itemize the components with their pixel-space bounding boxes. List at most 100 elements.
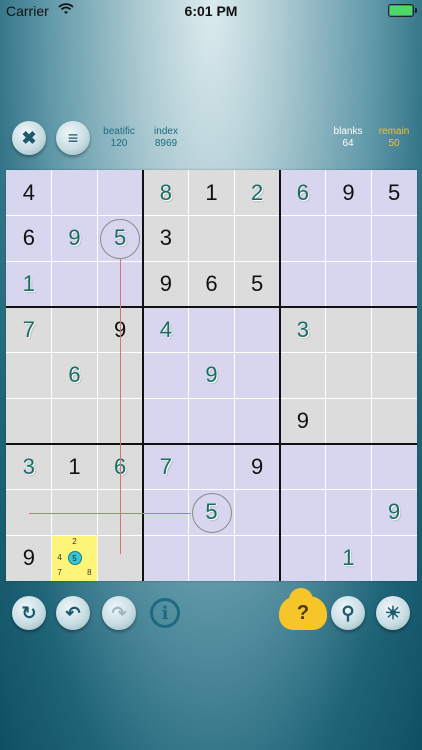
brightness-icon: ☀ (384, 602, 402, 623)
brightness-button[interactable]: ☀ (376, 596, 410, 630)
sudoku-cell[interactable] (51, 398, 98, 444)
sudoku-cell[interactable]: 9 (51, 215, 98, 262)
stat-blanks: blanks 64 (326, 126, 370, 150)
sudoku-cell[interactable]: 1 (51, 444, 98, 490)
info-button[interactable]: i (150, 598, 180, 628)
sudoku-cell[interactable]: 8 (143, 170, 189, 216)
sudoku-cell[interactable] (143, 352, 189, 399)
pencil-mark-selected: 5 (67, 551, 82, 566)
sudoku-cell[interactable] (280, 215, 326, 262)
pencil-mark: 7 (57, 568, 62, 577)
stat-remain: remain 50 (372, 126, 416, 150)
sudoku-cell[interactable]: 6 (51, 352, 98, 399)
sudoku-cell[interactable] (371, 307, 417, 353)
sudoku-cell[interactable]: 1 (325, 535, 372, 581)
sudoku-cell[interactable]: 9 (325, 170, 372, 216)
sudoku-cell[interactable] (234, 307, 280, 353)
sudoku-cell[interactable]: 3 (280, 307, 326, 353)
redo-button[interactable]: ↷ (102, 596, 136, 630)
sudoku-cell[interactable] (51, 170, 98, 216)
help-label: ? (296, 601, 310, 624)
box-divider (279, 170, 281, 581)
stat-label: blanks (333, 126, 363, 137)
highlight-circle (191, 492, 232, 533)
sudoku-cell[interactable]: 1 (6, 261, 52, 307)
sudoku-cell[interactable]: 4 (6, 170, 52, 216)
sudoku-cell[interactable] (325, 215, 372, 262)
sudoku-cell[interactable] (280, 535, 326, 581)
sudoku-cell[interactable]: 9 (6, 535, 52, 581)
sudoku-cell[interactable] (51, 261, 98, 307)
stat-beatific: beatific 120 (96, 126, 142, 150)
sudoku-cell[interactable]: 9 (143, 261, 189, 307)
sudoku-cell[interactable] (188, 444, 235, 490)
grid-line (188, 170, 190, 581)
sudoku-cell[interactable] (371, 215, 417, 262)
sudoku-cell[interactable] (280, 489, 326, 536)
pencil-mark: 4 (57, 553, 62, 563)
close-icon: ✖ (21, 127, 37, 148)
sudoku-cell[interactable] (325, 261, 372, 307)
sudoku-cell[interactable]: 3 (6, 444, 52, 490)
stat-value: 50 (388, 138, 400, 149)
sudoku-cell[interactable] (97, 170, 143, 216)
grid-line (6, 260, 417, 262)
sudoku-cell[interactable] (143, 398, 189, 444)
undo-button[interactable]: ↶ (56, 596, 90, 630)
clock: 6:01 PM (184, 3, 238, 19)
sudoku-cell[interactable]: 6 (188, 261, 235, 307)
sudoku-cell[interactable]: 9 (234, 444, 280, 490)
sudoku-cell[interactable]: 5 (234, 261, 280, 307)
sudoku-cell[interactable]: 2 (234, 170, 280, 216)
grid-line (370, 170, 372, 581)
info-icon: i (161, 602, 169, 624)
sudoku-cell[interactable]: 9 (280, 398, 326, 444)
sudoku-cell[interactable]: 9 (371, 489, 417, 536)
sudoku-cell[interactable] (371, 398, 417, 444)
sudoku-cell[interactable]: 4 (143, 307, 189, 353)
sudoku-cell[interactable] (188, 215, 235, 262)
sudoku-cell[interactable] (325, 444, 372, 490)
grid-line (6, 352, 417, 354)
sudoku-cell[interactable] (371, 444, 417, 490)
search-button[interactable]: ⚲ (331, 596, 365, 630)
sudoku-cell[interactable]: 1 (188, 170, 235, 216)
menu-button[interactable]: ≡ (56, 121, 90, 155)
grid-line (96, 170, 98, 581)
sudoku-cell[interactable] (234, 215, 280, 262)
pencil-mark: 2 (72, 537, 77, 547)
sudoku-cell[interactable]: 5 (371, 170, 417, 216)
sudoku-cell[interactable] (188, 535, 235, 581)
sudoku-cell[interactable] (188, 398, 235, 444)
sudoku-cell[interactable] (234, 535, 280, 581)
sudoku-cell[interactable] (280, 261, 326, 307)
sudoku-cell[interactable] (325, 398, 372, 444)
sudoku-cell[interactable] (371, 535, 417, 581)
sudoku-cell[interactable] (325, 489, 372, 536)
stat-value: 120 (110, 138, 128, 149)
sudoku-cell[interactable] (371, 352, 417, 399)
sudoku-cell[interactable] (234, 352, 280, 399)
sudoku-cell[interactable]: 7 (143, 444, 189, 490)
sudoku-cell[interactable]: 6 (280, 170, 326, 216)
sudoku-cell[interactable]: 6 (6, 215, 52, 262)
sudoku-cell[interactable] (325, 352, 372, 399)
sudoku-cell[interactable] (234, 398, 280, 444)
sudoku-cell[interactable] (188, 307, 235, 353)
sudoku-cell[interactable] (51, 307, 98, 353)
sudoku-cell[interactable]: 3 (143, 215, 189, 262)
sudoku-cell[interactable] (234, 489, 280, 536)
sudoku-cell[interactable] (371, 261, 417, 307)
sudoku-cell[interactable] (325, 307, 372, 353)
sudoku-cell[interactable]: 9 (188, 352, 235, 399)
refresh-button[interactable]: ↻ (12, 596, 46, 630)
help-button[interactable]: ? (279, 588, 327, 630)
sudoku-cell[interactable] (280, 352, 326, 399)
sudoku-cell[interactable] (143, 535, 189, 581)
sudoku-cell[interactable] (6, 352, 52, 399)
sudoku-cell[interactable]: 7 (6, 307, 52, 353)
sudoku-cell[interactable] (280, 444, 326, 490)
menu-icon: ≡ (67, 127, 79, 148)
sudoku-cell[interactable] (6, 398, 52, 444)
close-button[interactable]: ✖ (12, 121, 46, 155)
